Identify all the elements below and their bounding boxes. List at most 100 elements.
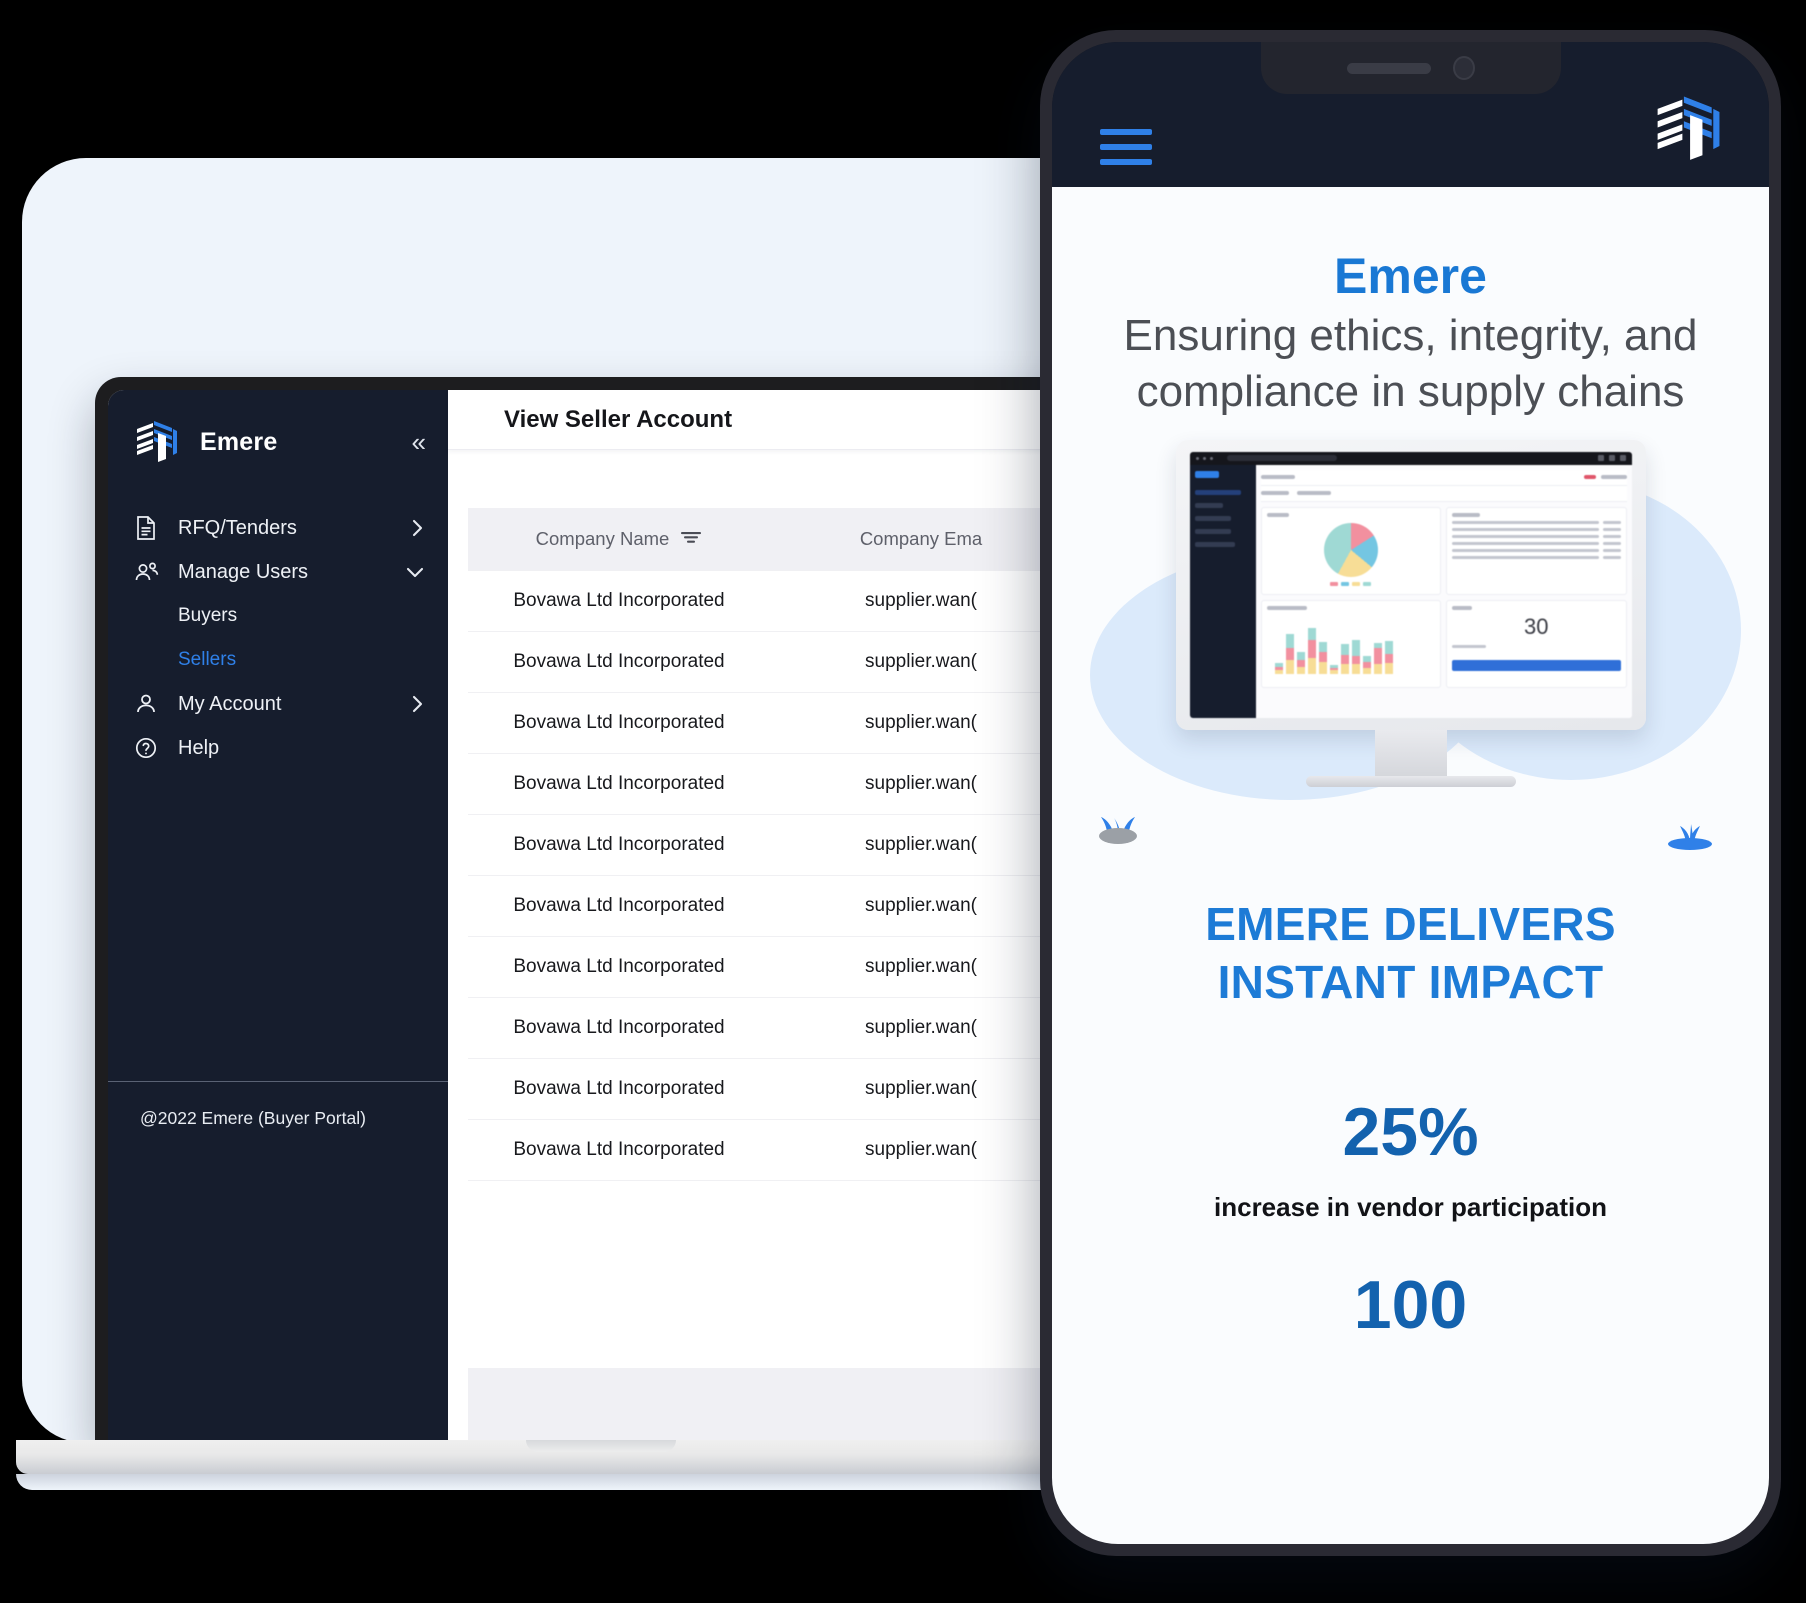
plant-rock-icon bbox=[1096, 803, 1148, 852]
table-footer-bar bbox=[468, 1368, 1072, 1440]
laptop-mockup: Emere « RFQ/Tenders Manage Users Buyers … bbox=[16, 377, 1186, 1490]
sidebar-item-label: My Account bbox=[178, 692, 282, 715]
speaker-grille-icon bbox=[1346, 62, 1431, 74]
laptop-screen: Emere « RFQ/Tenders Manage Users Buyers … bbox=[108, 390, 1092, 1440]
dashboard-body: 30 bbox=[1189, 464, 1632, 718]
table-row[interactable]: Bovawa Ltd Incorporated supplier.wan( bbox=[468, 631, 1072, 693]
cell-company-email: supplier.wan( bbox=[770, 692, 1072, 754]
sidebar-item-sellers[interactable]: Sellers bbox=[108, 638, 448, 682]
cell-company-email: supplier.wan( bbox=[770, 997, 1072, 1059]
table-row[interactable]: Bovawa Ltd Incorporated supplier.wan( bbox=[468, 1058, 1072, 1120]
stat-value-next: 100 bbox=[1353, 1266, 1468, 1343]
table-body: Bovawa Ltd Incorporated supplier.wan(Bova… bbox=[468, 569, 1072, 1181]
stat-value: 25% bbox=[1342, 1093, 1479, 1170]
cell-company-name: Bovawa Ltd Incorporated bbox=[468, 1058, 770, 1120]
sidebar-item-buyers[interactable]: Buyers bbox=[108, 594, 448, 638]
laptop-base bbox=[16, 1440, 1186, 1474]
table-row[interactable]: Bovawa Ltd Incorporated supplier.wan( bbox=[468, 814, 1072, 876]
sidebar-fill bbox=[108, 1129, 448, 1440]
cell-company-name: Bovawa Ltd Incorporated bbox=[468, 569, 770, 632]
sellers-table: Company Name Company Ema Bovawa Ltd Inco… bbox=[468, 508, 1072, 1181]
filter-icon[interactable] bbox=[680, 528, 702, 550]
table-row[interactable]: Bovawa Ltd Incorporated supplier.wan( bbox=[468, 1119, 1072, 1181]
table-row[interactable]: Bovawa Ltd Incorporated supplier.wan( bbox=[468, 692, 1072, 754]
impact-line2: INSTANT IMPACT bbox=[1217, 955, 1604, 1008]
bar-chart-card bbox=[1260, 599, 1441, 688]
table-row[interactable]: Bovawa Ltd Incorporated supplier.wan( bbox=[468, 753, 1072, 815]
pie-chart-card bbox=[1260, 506, 1441, 595]
dashboard-content: 30 bbox=[1255, 464, 1632, 718]
sidebar-footer: @2022 Emere (Buyer Portal) bbox=[108, 1081, 448, 1129]
cell-company-email: supplier.wan( bbox=[770, 875, 1072, 937]
cell-company-name: Bovawa Ltd Incorporated bbox=[468, 753, 770, 815]
table-row[interactable]: Bovawa Ltd Incorporated supplier.wan( bbox=[468, 875, 1072, 937]
sidebar-item-help[interactable]: Help bbox=[108, 726, 448, 770]
app-main: View Seller Account Company Name Company… bbox=[448, 390, 1092, 1440]
laptop-shell: Emere « RFQ/Tenders Manage Users Buyers … bbox=[95, 377, 1105, 1440]
emere-logo-icon bbox=[1653, 93, 1721, 165]
cell-company-name: Bovawa Ltd Incorporated bbox=[468, 1119, 770, 1181]
sidebar-sub-label: Buyers bbox=[178, 605, 238, 626]
cell-company-name: Bovawa Ltd Incorporated bbox=[468, 631, 770, 693]
cell-company-name: Bovawa Ltd Incorporated bbox=[468, 875, 770, 937]
sidebar-item-label: Help bbox=[178, 736, 220, 759]
chevron-right-icon bbox=[410, 693, 426, 715]
cell-company-name: Bovawa Ltd Incorporated bbox=[468, 814, 770, 876]
impact-headline: EMERE DELIVERS INSTANT IMPACT bbox=[1080, 896, 1741, 1012]
sidebar-brand: Emere « bbox=[108, 412, 448, 472]
sidebar-item-manage-users[interactable]: Manage Users bbox=[108, 550, 448, 594]
impact-line1: EMERE DELIVERS bbox=[1205, 897, 1616, 950]
dashboard-sidebar bbox=[1189, 464, 1256, 718]
column-header-company-name[interactable]: Company Name bbox=[468, 508, 770, 570]
desktop-monitor-icon: 30 bbox=[1175, 439, 1646, 787]
sidebar-item-label: Manage Users bbox=[178, 560, 309, 583]
stat-label: increase in vendor participation bbox=[1214, 1191, 1607, 1222]
hero-illustration: 30 bbox=[1080, 439, 1741, 860]
hero-tagline-line1: Ensuring ethics, integrity, and bbox=[1123, 311, 1698, 360]
phone-mockup: Emere Ensuring ethics, integrity, and co… bbox=[1040, 30, 1781, 1556]
copyright-text: @2022 Emere (Buyer Portal) bbox=[140, 1108, 366, 1128]
cell-company-email: supplier.wan( bbox=[770, 569, 1072, 632]
table-row[interactable]: Bovawa Ltd Incorporated supplier.wan( bbox=[468, 936, 1072, 998]
table-row[interactable]: Bovawa Ltd Incorporated supplier.wan( bbox=[468, 997, 1072, 1059]
front-camera-icon bbox=[1452, 56, 1475, 80]
browser-chrome bbox=[1189, 451, 1632, 465]
sidebar-item-rfq-tenders[interactable]: RFQ/Tenders bbox=[108, 506, 448, 550]
monitor-foot bbox=[1305, 775, 1516, 787]
sidebar-item-my-account[interactable]: My Account bbox=[108, 682, 448, 726]
plant-sprout-icon bbox=[1665, 819, 1715, 860]
dashboard-cta-button bbox=[1452, 659, 1621, 671]
table-row[interactable]: Bovawa Ltd Incorporated supplier.wan( bbox=[468, 569, 1072, 632]
dashboard-stat-value: 30 bbox=[1524, 613, 1549, 639]
cell-company-email: supplier.wan( bbox=[770, 936, 1072, 998]
cell-company-name: Bovawa Ltd Incorporated bbox=[468, 936, 770, 998]
main-header: View Seller Account bbox=[448, 390, 1092, 450]
person-icon bbox=[134, 692, 164, 716]
monitor-frame: 30 bbox=[1175, 439, 1646, 730]
browser-url-bar bbox=[1226, 455, 1337, 462]
chevron-right-icon bbox=[410, 517, 426, 539]
sidebar-nav: RFQ/Tenders Manage Users Buyers Sellers … bbox=[108, 506, 448, 770]
emere-logo-icon bbox=[134, 419, 178, 465]
hamburger-menu-icon[interactable] bbox=[1100, 129, 1152, 165]
cell-company-email: supplier.wan( bbox=[770, 631, 1072, 693]
column-header-label: Company Name bbox=[535, 527, 670, 549]
column-header-company-email[interactable]: Company Ema bbox=[770, 508, 1072, 570]
pie-chart-icon bbox=[1323, 522, 1378, 577]
chevron-down-icon bbox=[404, 564, 426, 580]
sidebar-item-label: RFQ/Tenders bbox=[178, 516, 297, 539]
app-sidebar: Emere « RFQ/Tenders Manage Users Buyers … bbox=[108, 390, 448, 1440]
laptop-base-shadow bbox=[16, 1474, 1186, 1490]
hero-brand-name: Emere bbox=[1334, 248, 1487, 304]
monitor-neck bbox=[1374, 729, 1447, 776]
cell-company-email: supplier.wan( bbox=[770, 753, 1072, 815]
question-circle-icon bbox=[134, 736, 164, 760]
double-chevron-left-icon[interactable]: « bbox=[412, 429, 427, 455]
monitor-screen: 30 bbox=[1189, 451, 1632, 718]
cell-company-email: supplier.wan( bbox=[770, 814, 1072, 876]
cell-company-name: Bovawa Ltd Incorporated bbox=[468, 692, 770, 754]
recent-activity-card bbox=[1446, 506, 1627, 595]
phone-body: Emere Ensuring ethics, integrity, and co… bbox=[1052, 42, 1769, 1544]
document-icon bbox=[134, 515, 164, 541]
